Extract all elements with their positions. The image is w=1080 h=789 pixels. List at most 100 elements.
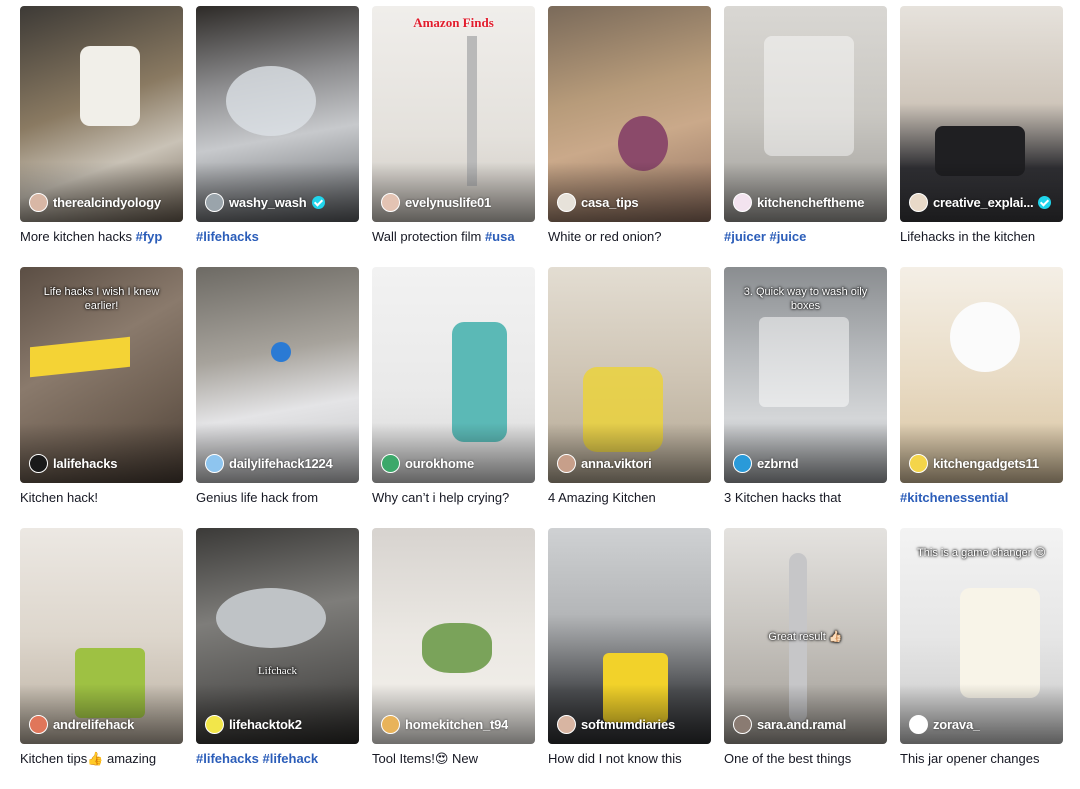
- avatar[interactable]: [733, 454, 752, 473]
- avatar[interactable]: [381, 715, 400, 734]
- avatar[interactable]: [205, 715, 224, 734]
- video-thumbnail[interactable]: homekitchen_t94: [372, 528, 535, 744]
- video-caption[interactable]: #kitchenessential: [900, 489, 1063, 506]
- video-caption[interactable]: How did I not know this: [548, 750, 711, 767]
- author-username[interactable]: dailylifehack1224: [229, 456, 333, 471]
- avatar[interactable]: [29, 193, 48, 212]
- video-thumbnail[interactable]: Great result 👍🏻 sara.and.ramal: [724, 528, 887, 744]
- zorava-logo-icon[interactable]: [909, 715, 928, 734]
- video-thumbnail[interactable]: therealcindyology: [20, 6, 183, 222]
- video-thumbnail[interactable]: creative_explai...: [900, 6, 1063, 222]
- avatar[interactable]: [381, 193, 400, 212]
- video-caption[interactable]: More kitchen hacks #fyp: [20, 228, 183, 245]
- video-card[interactable]: washy_wash #lifehacks: [196, 6, 359, 267]
- hashtag-link[interactable]: #lifehacks #lifehack: [196, 751, 318, 766]
- author-link[interactable]: creative_explai...: [909, 193, 1052, 212]
- author-username[interactable]: creative_explai...: [933, 195, 1033, 210]
- author-link[interactable]: anna.viktori: [557, 454, 652, 473]
- avatar[interactable]: [909, 193, 928, 212]
- video-thumbnail[interactable]: casa_tips: [548, 6, 711, 222]
- author-username[interactable]: kitchengadgets11: [933, 456, 1039, 471]
- video-card[interactable]: Life hacks I wish I knew earlier! lalifeh…: [20, 267, 183, 528]
- video-caption[interactable]: Genius life hack from: [196, 489, 359, 506]
- avatar[interactable]: [29, 454, 48, 473]
- video-thumbnail[interactable]: andrelifehack: [20, 528, 183, 744]
- author-link[interactable]: evelynuslife01: [381, 193, 491, 212]
- avatar[interactable]: [557, 715, 576, 734]
- author-link[interactable]: therealcindyology: [29, 193, 161, 212]
- author-username[interactable]: therealcindyology: [53, 195, 161, 210]
- video-caption[interactable]: Kitchen tips👍 amazing: [20, 750, 183, 767]
- author-username[interactable]: zorava_: [933, 717, 980, 732]
- video-card[interactable]: 3. Quick way to wash oily boxes ezbrnd 3 K…: [724, 267, 887, 528]
- video-caption[interactable]: Lifehacks in the kitchen: [900, 228, 1063, 245]
- video-caption[interactable]: #lifehacks: [196, 228, 359, 245]
- author-link[interactable]: sara.and.ramal: [733, 715, 846, 734]
- hashtag-link[interactable]: #lifehacks: [196, 229, 259, 244]
- video-caption[interactable]: This jar opener changes: [900, 750, 1063, 767]
- video-card[interactable]: softmumdiaries How did I not know this: [548, 528, 711, 789]
- author-link[interactable]: ezbrnd: [733, 454, 798, 473]
- author-username[interactable]: anna.viktori: [581, 456, 652, 471]
- video-card[interactable]: dailylifehack1224 Genius life hack from: [196, 267, 359, 528]
- author-username[interactable]: ezbrnd: [757, 456, 798, 471]
- hashtag-link[interactable]: #kitchenessential: [900, 490, 1008, 505]
- author-username[interactable]: ourokhome: [405, 456, 474, 471]
- video-thumbnail[interactable]: softmumdiaries: [548, 528, 711, 744]
- video-caption[interactable]: White or red onion?: [548, 228, 711, 245]
- video-thumbnail[interactable]: This is a game changer 😏 zorava_: [900, 528, 1063, 744]
- video-thumbnail[interactable]: Lifchack lifehacktok2: [196, 528, 359, 744]
- video-caption[interactable]: 4 Amazing Kitchen: [548, 489, 711, 506]
- author-link[interactable]: dailylifehack1224: [205, 454, 333, 473]
- video-thumbnail[interactable]: Amazon Finds evelynuslife01: [372, 6, 535, 222]
- video-caption[interactable]: 3 Kitchen hacks that: [724, 489, 887, 506]
- hashtag-link[interactable]: #fyp: [136, 229, 163, 244]
- author-username[interactable]: casa_tips: [581, 195, 638, 210]
- author-username[interactable]: lifehacktok2: [229, 717, 302, 732]
- author-link[interactable]: lifehacktok2: [205, 715, 302, 734]
- video-thumbnail[interactable]: anna.viktori: [548, 267, 711, 483]
- avatar[interactable]: [205, 193, 224, 212]
- video-thumbnail[interactable]: dailylifehack1224: [196, 267, 359, 483]
- author-link[interactable]: andrelifehack: [29, 715, 134, 734]
- video-card[interactable]: Amazon Finds evelynuslife01 Wall protectio…: [372, 6, 535, 267]
- author-username[interactable]: washy_wash: [229, 195, 307, 210]
- video-caption[interactable]: #lifehacks #lifehack: [196, 750, 359, 767]
- video-caption[interactable]: Kitchen hack!: [20, 489, 183, 506]
- avatar[interactable]: [909, 454, 928, 473]
- author-link[interactable]: kitchencheftheme: [733, 193, 864, 212]
- author-link[interactable]: zorava_: [909, 715, 980, 734]
- video-thumbnail[interactable]: 3. Quick way to wash oily boxes ezbrnd: [724, 267, 887, 483]
- author-link[interactable]: softmumdiaries: [557, 715, 675, 734]
- avatar[interactable]: [557, 193, 576, 212]
- author-link[interactable]: homekitchen_t94: [381, 715, 508, 734]
- author-link[interactable]: casa_tips: [557, 193, 638, 212]
- video-card[interactable]: creative_explai... Lifehacks in the kitch…: [900, 6, 1063, 267]
- video-thumbnail[interactable]: ourokhome: [372, 267, 535, 483]
- author-username[interactable]: homekitchen_t94: [405, 717, 508, 732]
- author-username[interactable]: kitchencheftheme: [757, 195, 864, 210]
- author-link[interactable]: lalifehacks: [29, 454, 117, 473]
- avatar[interactable]: [733, 193, 752, 212]
- video-card[interactable]: anna.viktori 4 Amazing Kitchen: [548, 267, 711, 528]
- video-card[interactable]: homekitchen_t94 Tool Items!😍 New: [372, 528, 535, 789]
- video-card[interactable]: therealcindyology More kitchen hacks #fyp: [20, 6, 183, 267]
- video-card[interactable]: andrelifehack Kitchen tips👍 amazing: [20, 528, 183, 789]
- video-thumbnail[interactable]: Life hacks I wish I knew earlier! lalifeh…: [20, 267, 183, 483]
- author-username[interactable]: lalifehacks: [53, 456, 117, 471]
- video-card[interactable]: kitchencheftheme #juicer #juice: [724, 6, 887, 267]
- avatar[interactable]: [205, 454, 224, 473]
- video-caption[interactable]: Wall protection film #usa: [372, 228, 535, 245]
- avatar[interactable]: [29, 715, 48, 734]
- avatar[interactable]: [733, 715, 752, 734]
- author-username[interactable]: evelynuslife01: [405, 195, 491, 210]
- hashtag-link[interactable]: #usa: [485, 229, 515, 244]
- video-caption[interactable]: Why can’t i help crying?: [372, 489, 535, 506]
- video-card[interactable]: ourokhome Why can’t i help crying?: [372, 267, 535, 528]
- author-username[interactable]: softmumdiaries: [581, 717, 675, 732]
- author-username[interactable]: sara.and.ramal: [757, 717, 846, 732]
- video-card[interactable]: Great result 👍🏻 sara.and.ramal One of the …: [724, 528, 887, 789]
- video-caption[interactable]: #juicer #juice: [724, 228, 887, 245]
- video-card[interactable]: This is a game changer 😏 zorava_ This jar …: [900, 528, 1063, 789]
- video-thumbnail[interactable]: kitchencheftheme: [724, 6, 887, 222]
